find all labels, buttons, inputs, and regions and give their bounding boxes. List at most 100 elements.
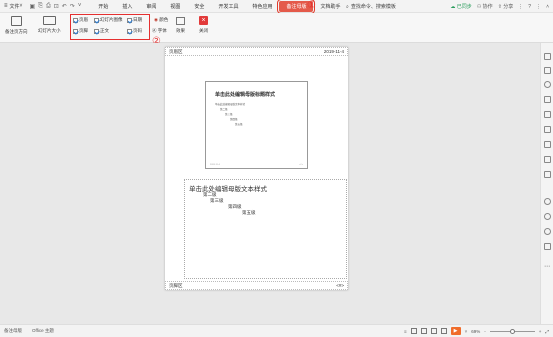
tab-security[interactable]: 安全: [187, 1, 211, 12]
footer-checkbox[interactable]: 页脚: [73, 28, 88, 34]
slide-image-checkbox-label: 幻灯片图像: [100, 17, 123, 22]
slide-size-button[interactable]: 幻灯片大小: [38, 16, 61, 34]
image-icon[interactable]: [544, 171, 551, 178]
notes-page-icon[interactable]: [440, 328, 447, 334]
collapse-ribbon-icon[interactable]: ˄: [546, 4, 549, 10]
redo-icon[interactable]: ↷: [70, 3, 75, 10]
effects-button[interactable]: 效果: [176, 28, 185, 34]
view-mode-label: 备注母版: [4, 328, 22, 333]
slide-bullet-5: 第五级: [235, 123, 243, 126]
collab-label: 协作: [482, 4, 493, 10]
tab-view[interactable]: 视图: [163, 1, 187, 12]
font-label: 字体: [157, 28, 167, 33]
checkbox-checked-icon: [94, 28, 99, 34]
notes-icon[interactable]: ≡: [404, 329, 407, 334]
page-footer[interactable]: 页脚区 <#>: [165, 281, 348, 290]
apps-icon[interactable]: [544, 243, 551, 250]
checkbox-checked-icon: [73, 17, 78, 23]
search-icon: ⌕: [346, 3, 349, 10]
hamburger-icon: ≡: [4, 3, 8, 9]
help-icon[interactable]: [544, 228, 551, 235]
header-checkbox[interactable]: 页眉: [73, 17, 88, 23]
page-header[interactable]: 页眉区 2019-11-4: [165, 47, 348, 56]
slideshow-button[interactable]: ▶: [450, 327, 461, 335]
more-icon[interactable]: ⋮: [518, 4, 523, 10]
settings-icon[interactable]: [544, 198, 551, 205]
tab-special-apps[interactable]: 特色应用: [245, 1, 279, 12]
save-icon[interactable]: ▣: [29, 3, 35, 10]
footer-checkbox-label: 页脚: [79, 28, 88, 33]
file-menu-label: 文件: [9, 3, 20, 10]
table-icon[interactable]: [544, 156, 551, 163]
slide-bullet-4: 第四级: [230, 118, 238, 121]
fit-window-icon[interactable]: ⤢: [545, 329, 549, 334]
zoom-out-button[interactable]: -: [484, 329, 486, 334]
undo-icon[interactable]: ↶: [62, 3, 67, 10]
notes-orientation-button[interactable]: 备注页方向: [5, 16, 28, 35]
page-number-checkbox[interactable]: 页码: [127, 28, 142, 34]
slide-image-checkbox[interactable]: 幻灯片图像: [94, 17, 123, 23]
chevron-down-icon: ˅: [19, 3, 23, 9]
font-button[interactable]: Ⓐ 字体: [152, 28, 167, 34]
reading-view-icon[interactable]: [430, 328, 437, 334]
chevron-down-icon[interactable]: ˅: [465, 329, 468, 334]
slide-bullet-1: 单击此处编辑母版文本样式: [215, 103, 246, 106]
header-text: 页眉区: [169, 48, 183, 54]
share-button[interactable]: ⇪ 分享: [498, 3, 514, 10]
copy-icon[interactable]: [544, 67, 551, 74]
date-checkbox[interactable]: 日期: [127, 17, 142, 23]
more-options-icon[interactable]: ⋮: [536, 4, 541, 10]
notes-level-1: 单击此处编辑母版文本样式: [189, 186, 267, 193]
shape-icon[interactable]: [544, 81, 551, 88]
print-icon[interactable]: ⎙: [46, 3, 51, 10]
slide-title: 单击此处编辑母版标题样式: [215, 92, 276, 98]
tab-developer[interactable]: 开发工具: [211, 1, 245, 12]
play-icon: ▶: [453, 328, 458, 334]
more-icon[interactable]: ⋯: [544, 263, 550, 270]
collab-button[interactable]: ⚇ 协作: [477, 3, 493, 10]
normal-view-icon[interactable]: [410, 328, 417, 334]
file-menu[interactable]: ≡ 文件 ˅: [0, 3, 25, 10]
select-icon[interactable]: [544, 53, 551, 60]
export-icon[interactable]: ⎘: [38, 3, 43, 10]
transition-icon[interactable]: [544, 111, 551, 118]
help-icon[interactable]: ?: [528, 4, 531, 10]
notes-body-placeholder[interactable]: 单击此处编辑母版文本样式 第二级 第三级 第四级 第五级: [184, 179, 347, 279]
body-checkbox-label: 正文: [100, 28, 109, 33]
quick-access-toolbar: ▣ ⎘ ⎙ ⊡ ↶ ↷ ˅: [29, 3, 81, 10]
zoom-in-button[interactable]: +: [539, 329, 542, 334]
zoom-level[interactable]: 69%: [471, 329, 480, 334]
tab-insert[interactable]: 插入: [115, 1, 139, 12]
sync-status[interactable]: ☁ 已同步: [450, 3, 471, 10]
tab-doc-assistant[interactable]: 文档助手: [313, 1, 347, 12]
zoom-slider-handle[interactable]: [509, 328, 515, 334]
collab-icon: ⚇: [476, 4, 482, 10]
notes-level-5: 第五级: [242, 210, 256, 215]
checkbox-checked-icon: [127, 17, 132, 23]
cloud-icon: ☁: [450, 4, 456, 10]
body-checkbox[interactable]: 正文: [94, 28, 109, 34]
color-button[interactable]: ◉ 颜色: [154, 17, 168, 23]
command-search[interactable]: ⌕ 查找命令、搜索模板: [346, 3, 396, 11]
tab-review[interactable]: 审阅: [139, 1, 163, 12]
style-icon[interactable]: [544, 96, 551, 103]
close-icon: ×: [201, 17, 206, 24]
customize-icon[interactable]: ˅: [78, 3, 82, 9]
edit-icon[interactable]: [544, 141, 551, 148]
date-text: 2019-11-4: [323, 49, 344, 54]
annotation-marker-1: ①: [307, 0, 316, 11]
window-tools: ☁ 已同步 ⚇ 协作 ⇪ 分享 ⋮ ? ⋮ ˄: [450, 0, 549, 13]
history-icon[interactable]: [544, 213, 551, 220]
zoom-slider[interactable]: [489, 328, 535, 334]
slide-bullet-3: 第三级: [225, 113, 233, 116]
tab-home[interactable]: 开始: [91, 1, 115, 12]
preview-icon[interactable]: ⊡: [54, 3, 59, 10]
footer-text: 页脚区: [169, 282, 183, 288]
slide-image-placeholder[interactable]: 单击此处编辑母版标题样式 单击此处编辑母版文本样式 第二级 第三级 第四级 第五…: [205, 81, 308, 169]
date-checkbox-label: 日期: [133, 17, 142, 22]
animation-icon[interactable]: [544, 126, 551, 133]
notes-master-page: 页眉区 2019-11-4 单击此处编辑母版标题样式 单击此处编辑母版文本样式 …: [165, 47, 348, 290]
orientation-icon: [10, 16, 22, 26]
close-master-button[interactable]: ×: [199, 16, 208, 25]
slide-sorter-icon[interactable]: [420, 328, 427, 334]
